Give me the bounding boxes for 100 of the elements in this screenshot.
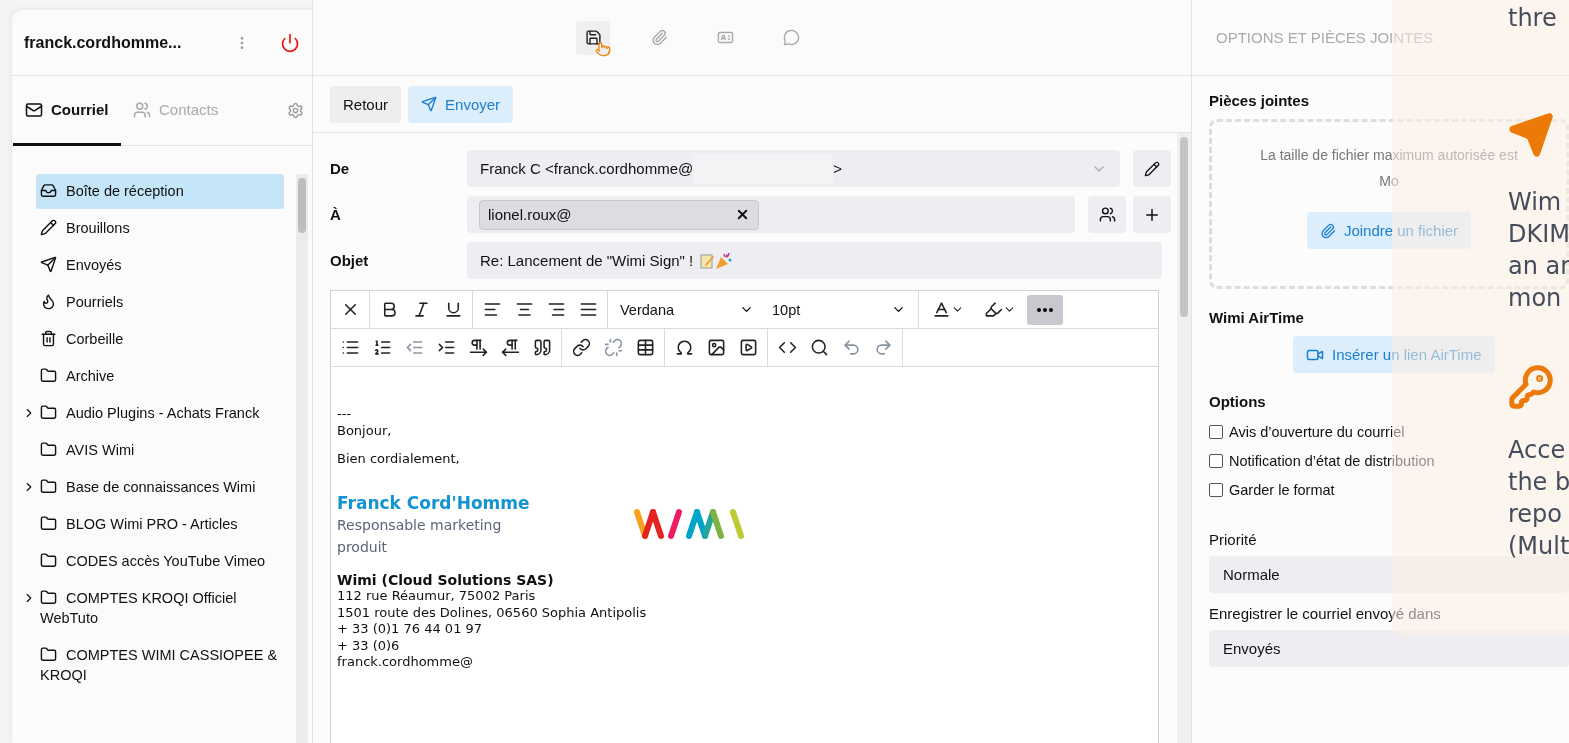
rtl-icon xyxy=(500,338,520,357)
folder-item[interactable]: Corbeille xyxy=(36,322,284,357)
size-unit: Mo xyxy=(1379,172,1399,191)
omega-icon xyxy=(674,338,694,357)
body-text: Bonjour, xyxy=(337,422,393,439)
folder-item[interactable]: Base de connaissances Wimi xyxy=(36,470,284,505)
paperclip-icon xyxy=(1319,222,1336,239)
folder-item[interactable]: COMPTES KROQI Officiel WebTuto xyxy=(36,581,284,636)
overlay-text: Acce xyxy=(1508,435,1567,466)
spam-icon xyxy=(40,293,57,310)
edit-button[interactable] xyxy=(1133,150,1171,187)
add-button[interactable] xyxy=(1133,196,1171,233)
power-icon[interactable] xyxy=(280,32,300,53)
pencil-icon xyxy=(1144,160,1160,177)
back-button[interactable]: Retour xyxy=(330,85,402,123)
signature-name: Franck Cord'Homme xyxy=(337,491,531,514)
mail-icon xyxy=(25,100,43,119)
numbered-list-icon xyxy=(372,338,392,357)
folder-select[interactable]: Envoyés xyxy=(1209,630,1569,667)
body-text: Bien cordialement, xyxy=(337,451,461,468)
table-icon xyxy=(635,338,655,357)
scrollbar[interactable] xyxy=(296,174,308,743)
save-button[interactable] xyxy=(576,20,610,55)
overlay-text: DKIM xyxy=(1508,219,1569,250)
memo-icon xyxy=(699,252,716,269)
align-justify-icon xyxy=(578,300,598,319)
airtime-button[interactable]: Insérer un lien AirTime xyxy=(1293,336,1495,373)
folder-icon xyxy=(40,589,57,606)
overlay-text: thre xyxy=(1508,3,1558,34)
align-right-icon xyxy=(546,300,566,319)
recipient-field[interactable]: lionel.roux@ xyxy=(467,196,1075,233)
signature-title: Responsable marketing produit xyxy=(337,515,503,557)
comment-icon xyxy=(782,29,800,46)
size-note: La taille de fichier maximum autorisée est xyxy=(1260,146,1518,165)
field-label: Objet xyxy=(330,252,370,269)
folder-item[interactable]: CODES accès YouTube Vimeo xyxy=(36,544,284,579)
folder-item[interactable]: AVIS Wimi xyxy=(36,433,284,468)
folder-icon xyxy=(40,478,57,495)
checkbox[interactable] xyxy=(1209,425,1223,439)
contacts-button[interactable] xyxy=(1088,196,1126,233)
section-heading: Pièces jointes xyxy=(1209,92,1310,109)
settings-icon[interactable] xyxy=(287,102,304,119)
key-icon xyxy=(1508,364,1554,410)
send-icon xyxy=(421,96,438,112)
sidebar-tab[interactable]: Courriel xyxy=(13,76,121,146)
outdent-icon xyxy=(404,338,424,357)
highlighter-icon xyxy=(984,300,1003,319)
folder-item[interactable]: Envoyés xyxy=(36,248,284,283)
unlink-icon xyxy=(603,338,623,357)
signature-line: + 33 (0)6 xyxy=(337,637,401,654)
folder-item[interactable]: Archive xyxy=(36,359,284,394)
checkbox[interactable] xyxy=(1209,454,1223,468)
folder-icon xyxy=(40,367,57,384)
send-button[interactable]: Envoyer xyxy=(408,85,514,123)
align-center-icon xyxy=(514,300,534,319)
sender-select[interactable]: Franck C <franck.cordhomme@ > xyxy=(467,150,1120,187)
indent-icon xyxy=(436,338,456,357)
folder-icon xyxy=(40,646,57,663)
inbox-icon xyxy=(40,182,57,199)
font-size-select[interactable]: 10pt xyxy=(764,294,914,325)
drafts-icon xyxy=(40,219,57,236)
signature-line: 112 rue Réaumur, 75002 Paris xyxy=(337,588,537,605)
body-text: --- xyxy=(337,406,353,423)
section-heading: Options xyxy=(1209,393,1266,410)
folder-item[interactable]: COMPTES WIMI CASSIOPEE & KROQI xyxy=(36,638,284,693)
subject-field[interactable]: Re: Lancement de "Wimi Sign" ! xyxy=(467,242,1162,279)
folder-item[interactable]: BLOG Wimi PRO - Articles xyxy=(36,507,284,542)
option-checkbox[interactable]: Garder le format xyxy=(1209,482,1335,498)
overlay-text: Wim xyxy=(1508,187,1563,218)
option-checkbox[interactable]: Avis d’ouverture du courriel xyxy=(1209,424,1405,440)
account-name[interactable]: franck.cordhomme... xyxy=(24,33,222,52)
scrollbar[interactable] xyxy=(1177,133,1191,743)
signature-line: 1501 route des Dolines, 06560 Sophia Antipolis xyxy=(337,604,648,621)
redo-icon xyxy=(873,338,893,357)
field-label: Enregistrer le courriel envoyé dans xyxy=(1209,605,1441,622)
search-icon xyxy=(809,338,829,357)
folder-item[interactable]: Pourriels xyxy=(36,285,284,320)
more-button[interactable] xyxy=(1027,294,1063,325)
users-icon xyxy=(133,100,151,119)
remove-icon[interactable] xyxy=(735,207,750,222)
panel-title: OPTIONS ET PIÈCES JOINTES xyxy=(1216,29,1434,46)
option-checkbox[interactable]: Notification d’état de distribution xyxy=(1209,453,1435,469)
sent-icon xyxy=(40,256,57,273)
overlay-text: the b xyxy=(1508,467,1569,498)
field-label: À xyxy=(330,206,342,223)
underline-icon xyxy=(443,300,463,319)
overlay-text: repo xyxy=(1508,499,1564,530)
font-select[interactable]: Verdana xyxy=(612,294,762,325)
party-popper-icon xyxy=(715,251,734,270)
folder-item[interactable]: Audio Plugins - Achats Franck xyxy=(36,396,284,431)
link-icon xyxy=(571,338,591,357)
image-icon xyxy=(706,338,726,357)
folder-icon xyxy=(40,404,57,421)
section-heading: Wimi AirTime xyxy=(1209,309,1304,326)
checkbox[interactable] xyxy=(1209,483,1223,497)
more-icon xyxy=(1037,307,1053,312)
text-color-icon xyxy=(932,300,951,319)
hand-cursor-icon xyxy=(595,40,611,57)
folder-item[interactable]: Brouillons xyxy=(36,211,284,246)
folder-item[interactable]: Boîte de réception xyxy=(36,174,284,209)
